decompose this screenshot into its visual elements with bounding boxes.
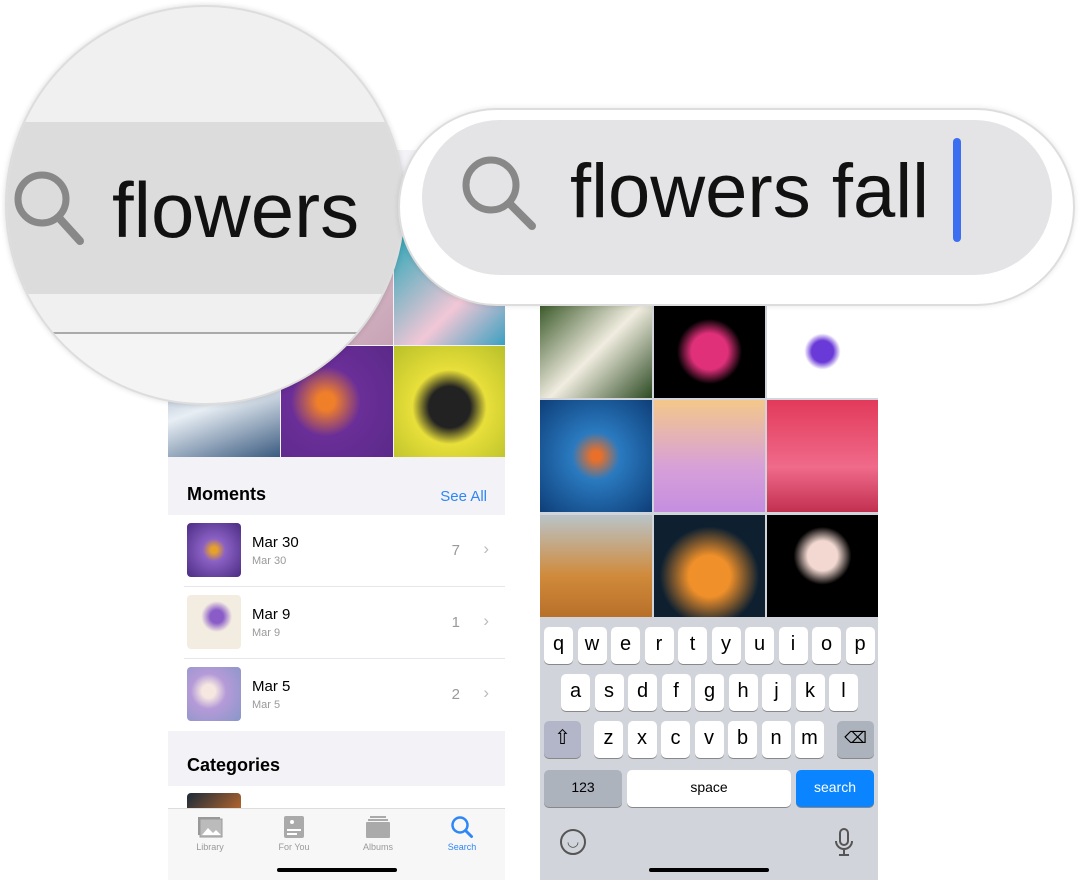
moment-count: 7 <box>451 542 460 559</box>
search-query-text[interactable]: flowers fall <box>570 148 929 235</box>
search-icon <box>451 816 473 838</box>
moments-title: Moments <box>187 484 267 504</box>
moment-thumbnail <box>187 595 241 649</box>
albums-icon <box>366 816 390 838</box>
photo-library-icon <box>198 817 223 838</box>
key-e[interactable]: e <box>611 627 640 664</box>
key-w[interactable]: w <box>577 627 607 664</box>
moment-thumbnail <box>187 523 241 577</box>
tab-label: For You <box>278 842 310 852</box>
key-x[interactable]: x <box>627 721 657 758</box>
chevron-right-icon: › <box>483 683 489 702</box>
key-q[interactable]: q <box>544 627 573 664</box>
home-indicator <box>276 868 397 872</box>
moment-date: Mar 5 <box>252 678 291 695</box>
moment-count: 1 <box>451 614 460 631</box>
key-c[interactable]: c <box>661 721 690 758</box>
tab-albums[interactable]: Albums <box>336 815 420 852</box>
key-k[interactable]: k <box>795 674 825 711</box>
key-a[interactable]: a <box>561 674 590 711</box>
key-o[interactable]: o <box>812 627 841 664</box>
emoji-icon[interactable]: ◡ <box>560 829 586 855</box>
search-query-text: flowers <box>112 166 360 254</box>
key-n[interactable]: n <box>761 721 791 758</box>
photo-result[interactable] <box>540 515 652 617</box>
search-key[interactable]: search <box>796 770 874 807</box>
moment-count: 2 <box>451 686 460 703</box>
space-key[interactable]: space <box>627 770 791 807</box>
moment-row[interactable]: Mar 9 Mar 9 1 › <box>168 587 505 659</box>
categories-title: Categories <box>187 755 281 775</box>
chevron-right-icon: › <box>483 539 489 558</box>
delete-key[interactable]: ⌫ <box>837 721 874 758</box>
tab-library[interactable]: Library <box>168 815 252 852</box>
shift-key[interactable]: ⇧ <box>544 721 581 758</box>
photo-result[interactable] <box>767 305 878 398</box>
magnified-search-field: flowers <box>5 5 405 405</box>
key-i[interactable]: i <box>778 627 808 664</box>
text-cursor <box>953 138 961 242</box>
key-m[interactable]: m <box>795 721 824 758</box>
tab-for-you[interactable]: For You <box>252 815 336 852</box>
key-z[interactable]: z <box>594 721 623 758</box>
tab-label: Library <box>196 842 224 852</box>
key-j[interactable]: j <box>762 674 791 711</box>
key-l[interactable]: l <box>829 674 858 711</box>
tab-label: Search <box>447 842 477 852</box>
see-all-link[interactable]: See All <box>440 488 487 505</box>
tab-bar: Library For You Albums Search <box>168 808 505 880</box>
key-y[interactable]: y <box>711 627 741 664</box>
home-indicator <box>649 868 769 872</box>
key-d[interactable]: d <box>628 674 657 711</box>
moment-subtitle: Mar 9 <box>252 627 281 639</box>
tab-search[interactable]: Search <box>420 815 504 852</box>
magnified-search-field-typed: flowers fall <box>398 108 1075 306</box>
photo-result[interactable] <box>654 515 765 617</box>
moment-subtitle: Mar 30 <box>252 555 287 567</box>
categories-header: Categories <box>168 731 505 786</box>
photo-result[interactable] <box>654 400 765 512</box>
key-p[interactable]: p <box>845 627 875 664</box>
moment-date: Mar 30 <box>252 534 299 551</box>
moment-date: Mar 9 <box>252 606 291 623</box>
search-icon <box>462 156 536 230</box>
search-icon <box>14 171 84 245</box>
key-r[interactable]: r <box>644 627 674 664</box>
key-g[interactable]: g <box>695 674 724 711</box>
for-you-icon <box>284 816 304 838</box>
microphone-icon[interactable] <box>833 827 855 857</box>
photo-result[interactable] <box>767 515 878 617</box>
tab-label: Albums <box>362 842 393 852</box>
key-v[interactable]: v <box>694 721 724 758</box>
photo-result[interactable] <box>654 305 765 398</box>
photo-result[interactable] <box>767 400 878 512</box>
key-t[interactable]: t <box>678 627 707 664</box>
key-u[interactable]: u <box>745 627 774 664</box>
moments-header: Moments See All <box>168 457 505 515</box>
photo-result[interactable] <box>540 400 652 512</box>
key-s[interactable]: s <box>594 674 624 711</box>
moment-row[interactable]: Mar 30 Mar 30 7 › <box>168 515 505 587</box>
moment-subtitle: Mar 5 <box>252 699 281 711</box>
key-f[interactable]: f <box>661 674 691 711</box>
moment-thumbnail <box>187 667 241 721</box>
chevron-right-icon: › <box>483 611 489 630</box>
key-h[interactable]: h <box>728 674 758 711</box>
photo-thumbnail[interactable] <box>394 346 505 457</box>
photo-result[interactable] <box>540 305 652 398</box>
keyboard: ⇧ ⌫ 123 space search ◡ qwertyuiop asdfghj… <box>540 617 878 880</box>
key-b[interactable]: b <box>728 721 757 758</box>
photos-search-screen-right: ⇧ ⌫ 123 space search ◡ qwertyuiop asdfghj… <box>540 290 878 880</box>
moment-row[interactable]: Mar 5 Mar 5 2 › <box>168 659 505 731</box>
numbers-key[interactable]: 123 <box>544 770 622 807</box>
